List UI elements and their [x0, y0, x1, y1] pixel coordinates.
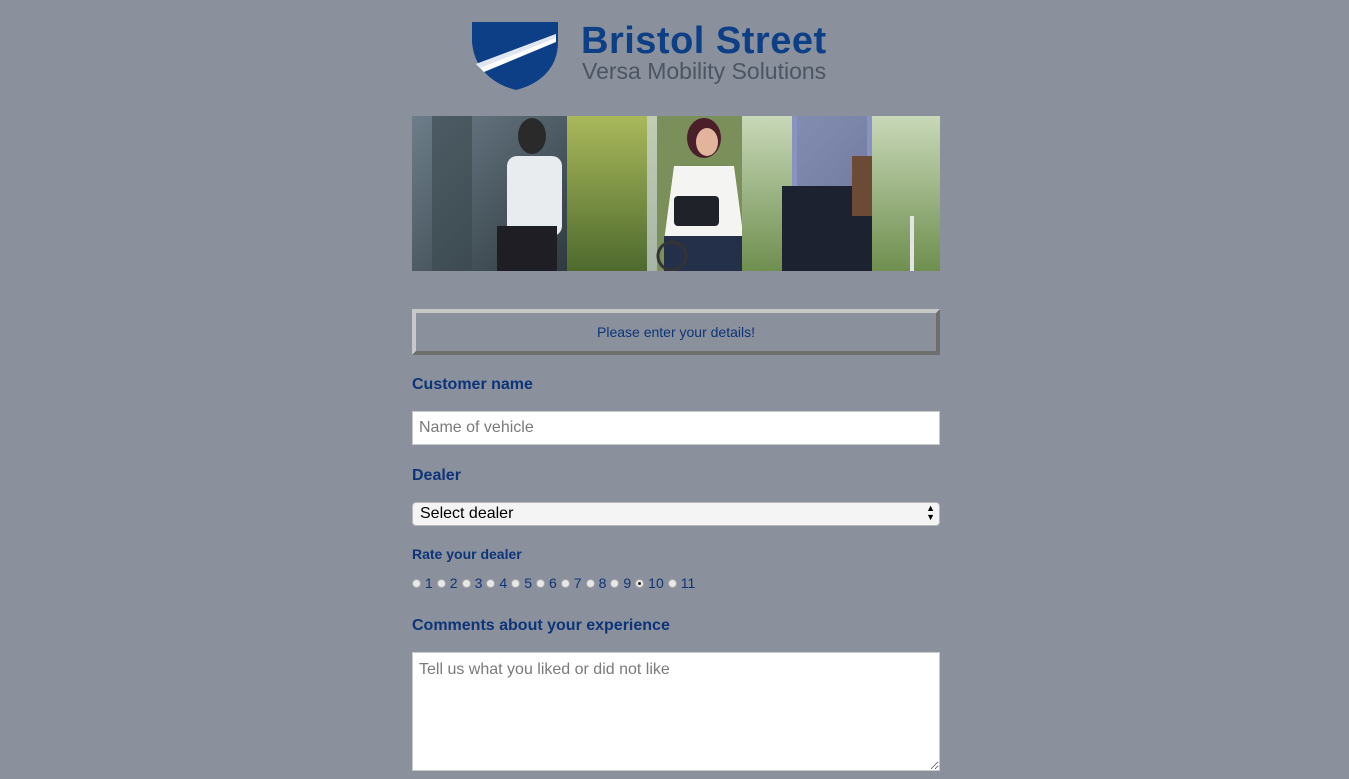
rating-option-label: 4	[499, 575, 508, 591]
rating-radio-8[interactable]	[585, 578, 595, 588]
rating-label: Rate your dealer	[412, 546, 522, 562]
dealer-select[interactable]: Select dealer ▲ ▼	[412, 502, 940, 526]
comments-textarea[interactable]	[412, 652, 940, 771]
rating-option-label: 7	[573, 575, 582, 591]
brand-name: Bristol Street	[581, 20, 827, 62]
hero-photo	[412, 116, 940, 271]
comments-label: Comments about your experience	[412, 617, 670, 634]
rating-radio-3[interactable]	[461, 578, 471, 588]
rating-radio-7[interactable]	[560, 578, 570, 588]
customer-name-input[interactable]	[412, 411, 940, 445]
dealer-label: Dealer	[412, 467, 461, 484]
page: Bristol Street Versa Mobility Solutions	[0, 0, 1349, 779]
dealer-select-value: Select dealer	[420, 505, 514, 522]
rating-option-label: 3	[474, 575, 483, 591]
rating-radio-10[interactable]	[635, 578, 645, 588]
rating-option-label: 11	[680, 575, 696, 591]
rating-radio-9[interactable]	[610, 578, 620, 588]
rating-option-label: 8	[598, 575, 607, 591]
rating-option-label: 1	[425, 575, 433, 591]
brand-logo: Bristol Street Versa Mobility Solutions	[470, 20, 890, 92]
rating-option-label: 2	[449, 575, 458, 591]
notice-banner: Please enter your details!	[412, 309, 940, 355]
rating-option-label: 5	[524, 575, 532, 591]
rating-radio-11[interactable]	[667, 578, 677, 588]
shield-logo-icon	[472, 22, 558, 90]
rating-option-label: 9	[623, 575, 632, 591]
customer-name-label: Customer name	[412, 376, 533, 393]
rating-radio-1[interactable]	[412, 578, 421, 588]
rating-option-label: 6	[548, 575, 557, 591]
rating-group: 1 2 3 4 5 6 7 8 9 10 11	[412, 574, 699, 592]
rating-radio-4[interactable]	[486, 578, 496, 588]
select-arrows-icon: ▲ ▼	[926, 503, 935, 522]
rating-radio-5[interactable]	[511, 578, 521, 588]
notice-text: Please enter your details!	[597, 324, 755, 340]
rating-radio-2[interactable]	[436, 578, 446, 588]
brand-tagline: Versa Mobility Solutions	[582, 58, 827, 84]
rating-radio-6[interactable]	[535, 578, 545, 588]
rating-option-label: 10	[648, 575, 664, 591]
